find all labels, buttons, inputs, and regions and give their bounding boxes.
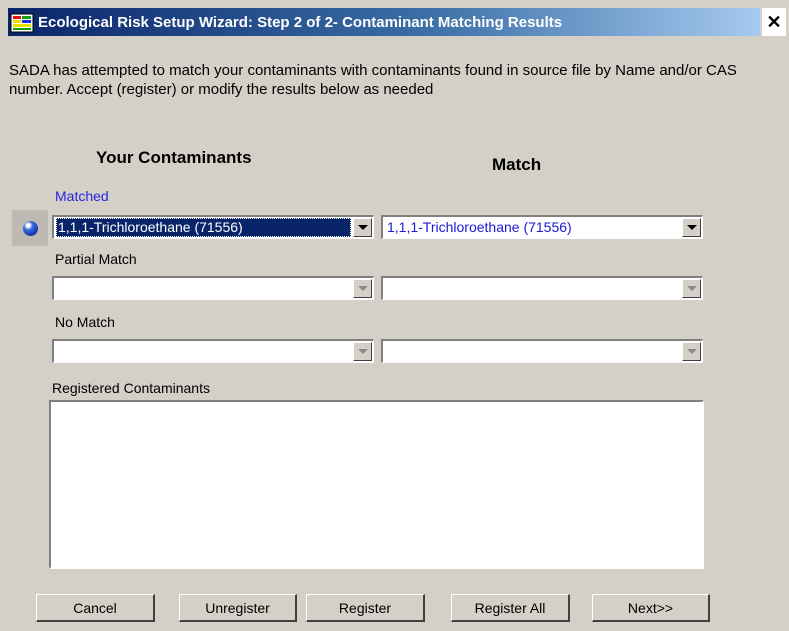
unregister-button[interactable]: Unregister xyxy=(179,594,297,622)
next-button[interactable]: Next>> xyxy=(592,594,710,622)
dropdown-button[interactable] xyxy=(682,218,701,237)
dropdown-button[interactable] xyxy=(353,279,372,298)
nomatch-your-contaminant-dropdown[interactable] xyxy=(52,339,374,363)
register-button[interactable]: Register xyxy=(306,594,425,622)
title-bar[interactable]: Ecological Risk Setup Wizard: Step 2 of … xyxy=(8,8,760,36)
cancel-button[interactable]: Cancel xyxy=(36,594,155,622)
blue-ball-icon xyxy=(23,221,38,236)
matched-match-dropdown[interactable]: 1,1,1-Trichloroethane (71556) xyxy=(381,215,703,239)
nomatch-match-value xyxy=(385,342,680,361)
matched-your-contaminant-value: 1,1,1-Trichloroethane (71556) xyxy=(56,218,351,237)
registered-contaminants-label: Registered Contaminants xyxy=(52,380,210,396)
matched-your-contaminant-dropdown[interactable]: 1,1,1-Trichloroethane (71556) xyxy=(52,215,374,239)
partial-your-contaminant-value xyxy=(56,279,351,298)
chevron-down-icon xyxy=(357,225,368,230)
matched-label: Matched xyxy=(55,188,109,204)
chevron-down-icon xyxy=(686,349,697,354)
partial-match-value xyxy=(385,279,680,298)
close-button[interactable]: ✕ xyxy=(762,8,786,36)
partial-match-label: Partial Match xyxy=(55,251,137,267)
nomatch-your-contaminant-value xyxy=(56,342,351,361)
dropdown-button[interactable] xyxy=(682,279,701,298)
close-icon: ✕ xyxy=(766,11,782,32)
instructions-text: SADA has attempted to match your contami… xyxy=(9,62,737,98)
chevron-down-icon xyxy=(686,225,697,230)
your-contaminants-header: Your Contaminants xyxy=(96,148,252,167)
no-match-label: No Match xyxy=(55,314,115,330)
wizard-window: Ecological Risk Setup Wizard: Step 2 of … xyxy=(0,0,789,631)
nomatch-match-dropdown[interactable] xyxy=(381,339,703,363)
window-title: Ecological Risk Setup Wizard: Step 2 of … xyxy=(38,13,563,31)
matched-match-value: 1,1,1-Trichloroethane (71556) xyxy=(387,219,572,235)
registered-contaminants-list[interactable] xyxy=(49,400,704,569)
app-wizard-icon xyxy=(10,13,34,33)
partial-your-contaminant-dropdown[interactable] xyxy=(52,276,374,300)
current-row-indicator xyxy=(12,210,48,246)
chevron-down-icon xyxy=(357,349,368,354)
chevron-down-icon xyxy=(686,286,697,291)
dropdown-button[interactable] xyxy=(353,342,372,361)
partial-match-dropdown[interactable] xyxy=(381,276,703,300)
dropdown-button[interactable] xyxy=(682,342,701,361)
dropdown-button[interactable] xyxy=(353,218,372,237)
match-header: Match xyxy=(492,155,542,174)
register-all-button[interactable]: Register All xyxy=(451,594,570,622)
chevron-down-icon xyxy=(357,286,368,291)
